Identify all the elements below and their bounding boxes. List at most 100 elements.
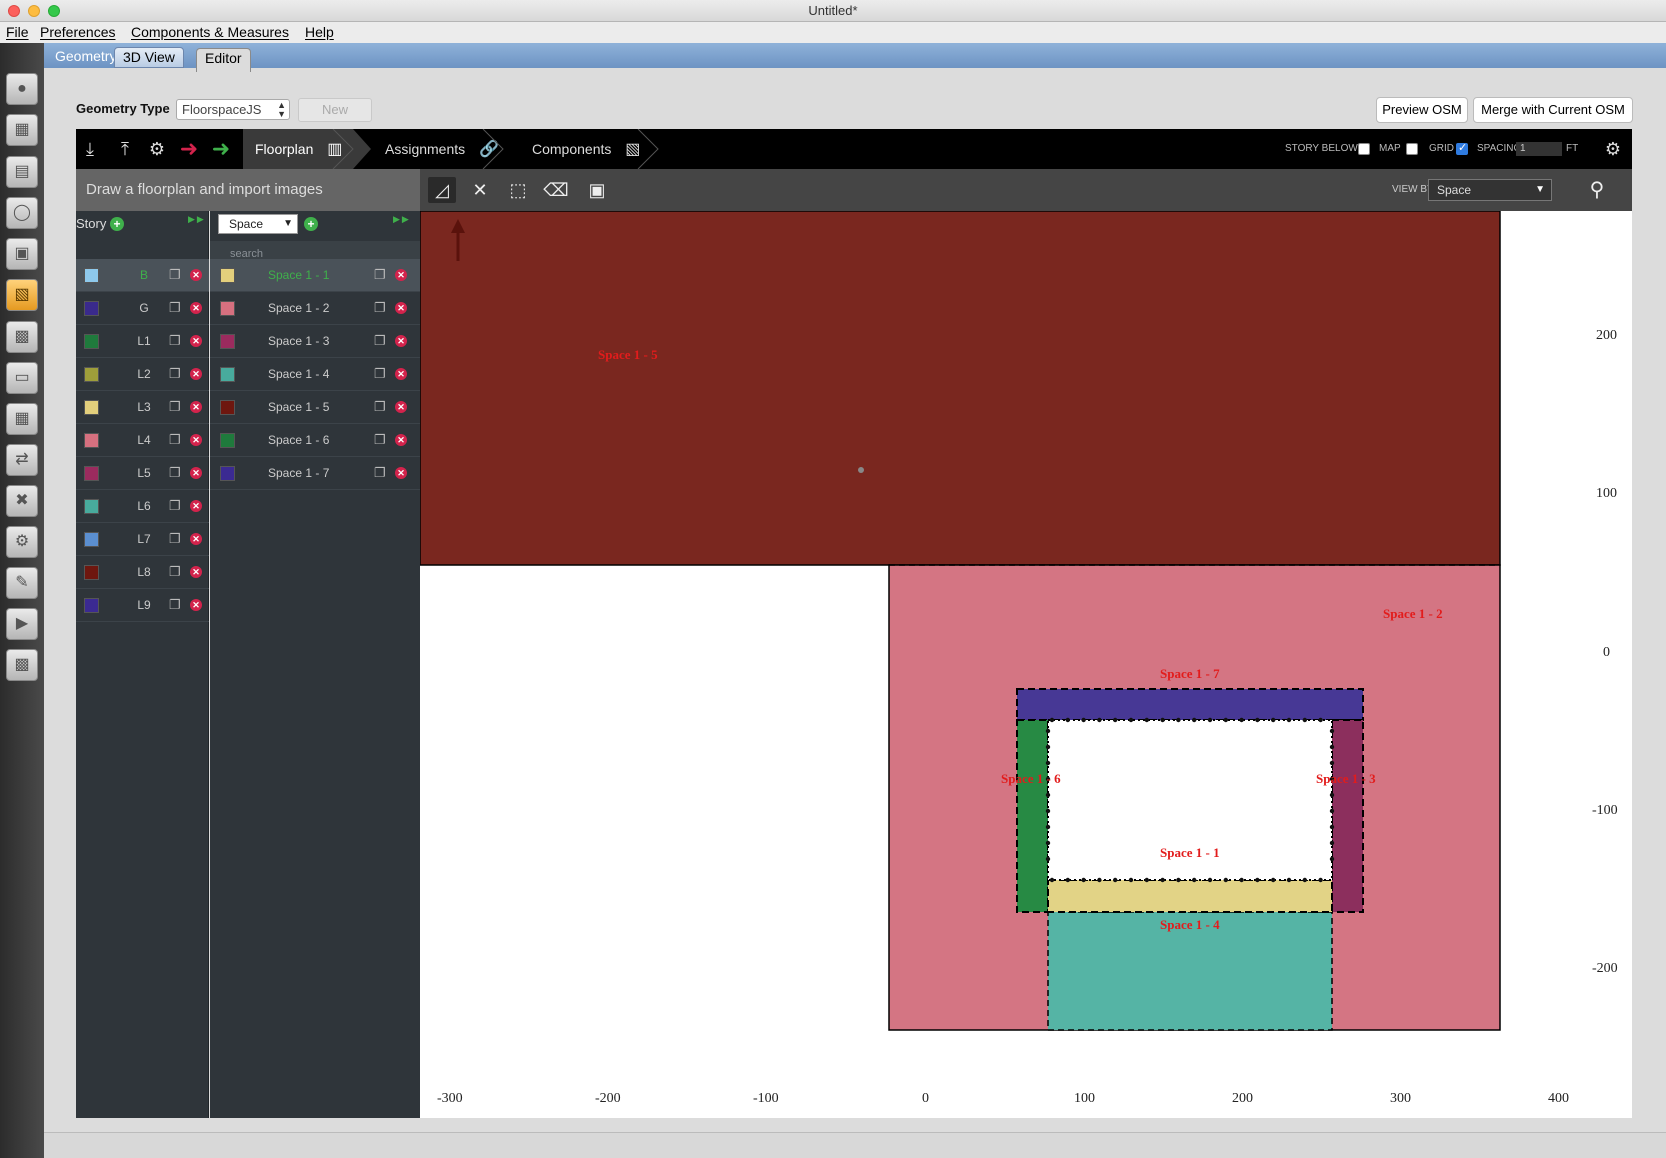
story-color-swatch[interactable] (84, 466, 99, 481)
undo-arrow-icon[interactable]: ➜ (177, 137, 201, 161)
story-below-checkbox[interactable] (1358, 143, 1370, 155)
copy-icon[interactable]: ❐ (374, 457, 386, 489)
copy-icon[interactable]: ❐ (374, 292, 386, 324)
vertex-marker[interactable] (1192, 717, 1197, 723)
copy-icon[interactable]: ❐ (374, 424, 386, 456)
space-color-swatch[interactable] (220, 433, 235, 448)
vertex-marker[interactable] (1329, 744, 1335, 750)
vertex-marker[interactable] (1302, 717, 1307, 723)
spacing-input[interactable]: 1 (1516, 142, 1562, 156)
facility-icon[interactable]: ▩ (6, 321, 38, 353)
delete-icon[interactable]: ✕ (395, 302, 407, 314)
copy-icon[interactable]: ❐ (169, 457, 181, 489)
story-row[interactable]: L2 ❐ ✕ (76, 358, 209, 391)
results-icon[interactable]: ▩ (6, 649, 38, 681)
site-icon[interactable]: ● (6, 73, 38, 105)
vertex-marker[interactable] (1045, 728, 1051, 734)
spaces-icon[interactable]: ▭ (6, 362, 38, 394)
tab-3d-view[interactable]: 3D View (114, 47, 184, 68)
run-simulation-icon[interactable]: ▶ (6, 608, 38, 640)
story-name[interactable]: L4 (126, 424, 162, 456)
tab-geometry[interactable]: Geometry (47, 47, 124, 68)
copy-icon[interactable]: ❐ (374, 391, 386, 423)
menu-components-measures[interactable]: Components & Measures (131, 22, 289, 43)
delete-icon[interactable]: ✕ (395, 434, 407, 446)
preview-osm-button[interactable]: Preview OSM (1376, 97, 1468, 123)
story-name[interactable]: L9 (126, 589, 162, 621)
story-color-swatch[interactable] (84, 400, 99, 415)
vertex-marker[interactable] (1223, 877, 1228, 883)
story-name[interactable]: L7 (126, 523, 162, 555)
story-row[interactable]: L3 ❐ ✕ (76, 391, 209, 424)
vertex-marker[interactable] (1318, 717, 1323, 723)
space-types-icon[interactable]: ▣ (6, 238, 38, 270)
vertex-marker[interactable] (1239, 877, 1244, 883)
space-name[interactable]: Space 1 - 3 (268, 325, 329, 357)
geometry-icon[interactable]: ▧ (6, 279, 38, 311)
story-color-swatch[interactable] (84, 433, 99, 448)
space-row[interactable]: Space 1 - 5 ❐ ✕ (210, 391, 420, 424)
space-row[interactable]: Space 1 - 1 ❐ ✕ (210, 259, 420, 292)
polygon-draw-icon[interactable]: ✕ (466, 177, 494, 203)
story-row[interactable]: B ❐ ✕ (76, 259, 209, 292)
floorplan-canvas[interactable]: Space 1 - 5 Space 1 - 2 Space 1 - 7 Spac… (420, 211, 1632, 1118)
delete-icon[interactable]: ✕ (395, 335, 407, 347)
vertex-marker[interactable] (1081, 717, 1086, 723)
space-color-swatch[interactable] (220, 400, 235, 415)
space-name[interactable]: Space 1 - 6 (268, 424, 329, 456)
vertex-marker[interactable] (1128, 877, 1134, 883)
measures-icon[interactable]: ✎ (6, 567, 38, 599)
vertex-marker[interactable] (1045, 808, 1051, 814)
settings-gears-icon[interactable]: ⚙ (145, 137, 169, 161)
space-color-swatch[interactable] (220, 466, 235, 481)
vertex-marker[interactable] (1255, 717, 1260, 723)
grid-checkbox[interactable] (1456, 141, 1468, 155)
gear-icon[interactable]: ⚙ (1601, 137, 1625, 161)
copy-icon[interactable]: ❐ (169, 424, 181, 456)
story-name[interactable]: G (126, 292, 162, 324)
delete-icon[interactable]: ✕ (190, 302, 202, 314)
story-name[interactable]: B (126, 259, 162, 291)
vertex-marker[interactable] (1329, 760, 1335, 766)
menu-file[interactable]: File (6, 22, 29, 43)
delete-icon[interactable]: ✕ (190, 368, 202, 380)
vertex-marker[interactable] (1160, 877, 1165, 883)
story-color-swatch[interactable] (84, 367, 99, 382)
vertex-marker[interactable] (1128, 717, 1134, 723)
story-name[interactable]: L3 (126, 391, 162, 423)
story-row[interactable]: L4 ❐ ✕ (76, 424, 209, 457)
vertex-marker[interactable] (1144, 877, 1149, 883)
copy-icon[interactable]: ❐ (169, 556, 181, 588)
vertex-marker[interactable] (1065, 717, 1070, 723)
story-row[interactable]: G ❐ ✕ (76, 292, 209, 325)
vertex-marker[interactable] (1286, 877, 1292, 883)
vertex-marker[interactable] (1045, 856, 1051, 862)
copy-icon[interactable]: ❐ (169, 589, 181, 621)
new-button[interactable]: New (298, 98, 372, 122)
vertex-marker[interactable] (1049, 877, 1055, 883)
copy-icon[interactable]: ❐ (169, 259, 181, 291)
vertex-marker[interactable] (1207, 717, 1213, 723)
menu-help[interactable]: Help (305, 22, 334, 43)
story-row[interactable]: L8 ❐ ✕ (76, 556, 209, 589)
play-icon[interactable]: ▶▶ (393, 214, 411, 225)
space-row[interactable]: Space 1 - 4 ❐ ✕ (210, 358, 420, 391)
vertex-marker[interactable] (1113, 877, 1118, 883)
add-space-icon[interactable]: + (304, 217, 318, 231)
select-icon[interactable]: ⬚ (504, 177, 532, 203)
story-row[interactable]: L9 ❐ ✕ (76, 589, 209, 622)
story-color-swatch[interactable] (84, 598, 99, 613)
vertex-marker[interactable] (1113, 717, 1118, 723)
vertex-marker[interactable] (1207, 877, 1213, 883)
vertex-marker[interactable] (1160, 717, 1165, 723)
minimize-window-button[interactable] (28, 5, 40, 17)
eraser-icon[interactable]: ⌫ (542, 177, 570, 203)
vertex-marker[interactable] (1176, 877, 1181, 883)
delete-icon[interactable]: ✕ (190, 401, 202, 413)
story-color-swatch[interactable] (84, 268, 99, 283)
delete-icon[interactable]: ✕ (190, 500, 202, 512)
vertex-marker[interactable] (1255, 877, 1260, 883)
menu-preferences[interactable]: Preferences (40, 22, 115, 43)
rectangle-draw-icon[interactable]: ◿ (428, 177, 456, 203)
space-1-5-polygon[interactable] (420, 211, 1501, 566)
